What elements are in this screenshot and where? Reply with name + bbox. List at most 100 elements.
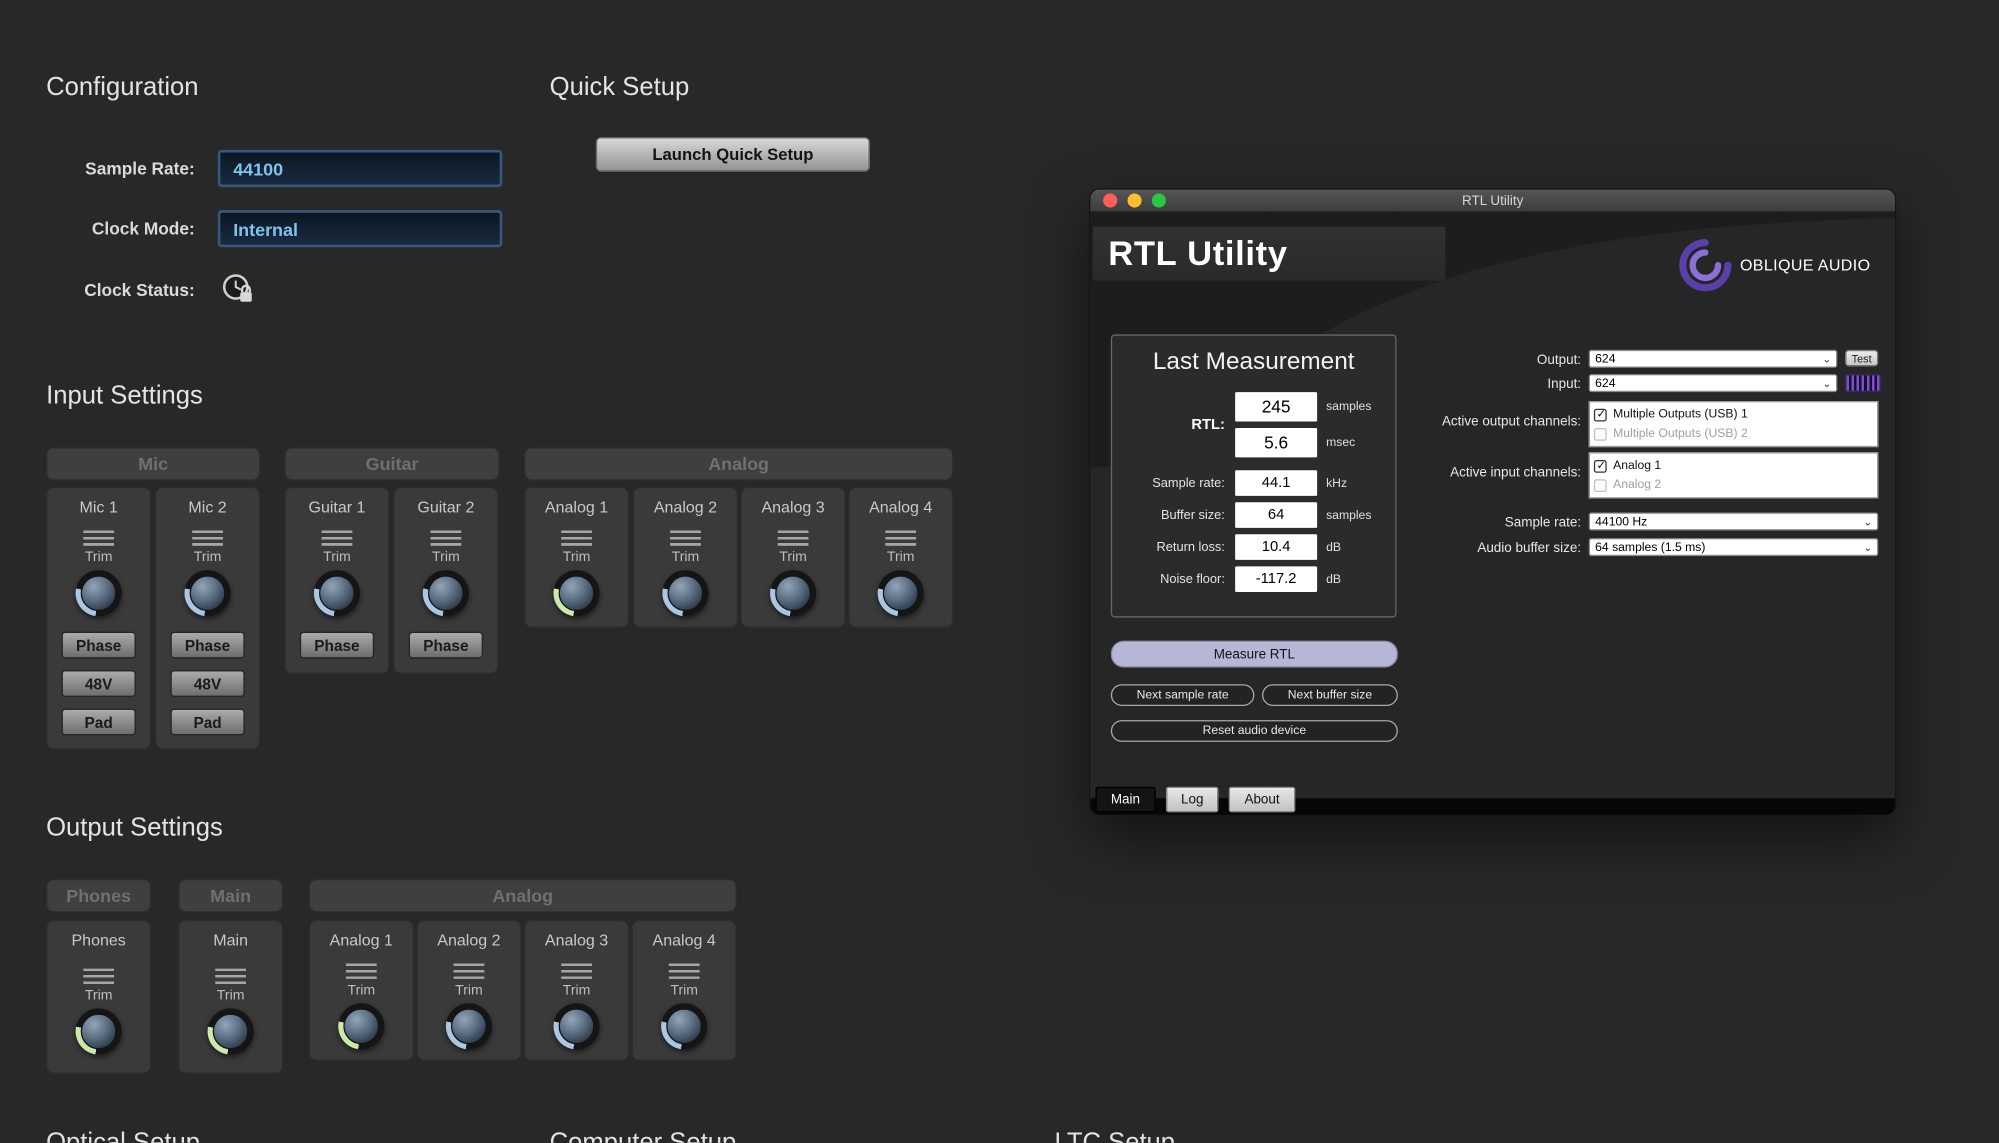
trim-knob[interactable] bbox=[423, 570, 469, 616]
trim-knob[interactable] bbox=[878, 570, 924, 616]
audio-buffer-size-dropdown[interactable]: 64 samples (1.5 ms) bbox=[1589, 538, 1879, 556]
trim-lines-icon bbox=[561, 530, 592, 545]
trim-knob[interactable] bbox=[76, 1008, 122, 1054]
tab-main[interactable]: Main bbox=[1095, 787, 1155, 813]
stat-value: -117.2 bbox=[1235, 566, 1317, 592]
next-sample-rate-button[interactable]: Next sample rate bbox=[1111, 684, 1255, 706]
pad-button[interactable]: Pad bbox=[62, 709, 136, 736]
stat-label: Sample rate: bbox=[1112, 476, 1235, 490]
phantom-48v-button[interactable]: 48V bbox=[170, 670, 244, 697]
checkbox-unchecked-icon[interactable] bbox=[1594, 427, 1607, 440]
launch-quick-setup-button[interactable]: Launch Quick Setup bbox=[596, 137, 870, 172]
channel-option-label: Analog 2 bbox=[1613, 478, 1661, 492]
checkbox-checked-icon[interactable] bbox=[1594, 459, 1607, 472]
input-settings-title: Input Settings bbox=[46, 382, 203, 411]
test-button[interactable]: Test bbox=[1845, 350, 1878, 367]
phantom-48v-button[interactable]: 48V bbox=[62, 670, 136, 697]
pad-button[interactable]: Pad bbox=[170, 709, 244, 736]
knob-face bbox=[666, 1008, 702, 1044]
sample-rate-field[interactable]: 44100 bbox=[218, 150, 502, 187]
tab-log[interactable]: Log bbox=[1166, 787, 1219, 813]
checkbox-unchecked-icon[interactable] bbox=[1594, 479, 1607, 492]
chevron-down-icon bbox=[1863, 516, 1872, 528]
optical-setup-title: Optical Setup bbox=[46, 1129, 200, 1143]
chevron-down-icon bbox=[1863, 541, 1872, 553]
next-buffer-size-button[interactable]: Next buffer size bbox=[1262, 684, 1398, 706]
trim-knob[interactable] bbox=[770, 570, 816, 616]
channel-label: Analog 2 bbox=[437, 931, 500, 950]
trim-knob[interactable] bbox=[554, 1003, 600, 1049]
trim-label: Trim bbox=[563, 983, 591, 1000]
trim-label: Trim bbox=[85, 550, 113, 567]
knob-face bbox=[81, 575, 117, 611]
knob-face bbox=[319, 575, 355, 611]
window-body: RTL Utility OBLIQUE AUDIO Last Measureme… bbox=[1090, 211, 1895, 814]
trim-knob[interactable] bbox=[76, 570, 122, 616]
phase-button[interactable]: Phase bbox=[62, 632, 136, 659]
channel-option[interactable]: Analog 2 bbox=[1590, 475, 1877, 494]
clock-lock-icon bbox=[220, 272, 255, 313]
ltc-setup-title: LTC Setup bbox=[1054, 1129, 1175, 1143]
input-device-dropdown[interactable]: 624 bbox=[1589, 374, 1838, 392]
channel-label: Main bbox=[213, 931, 248, 950]
tab-bar: Main Log About bbox=[1095, 787, 1295, 813]
trim-knob[interactable] bbox=[662, 570, 708, 616]
sample-rate-value: 44100 Hz bbox=[1595, 514, 1647, 528]
trim-label: Trim bbox=[455, 983, 483, 1000]
chevron-down-icon bbox=[1822, 377, 1831, 389]
trim-label: Trim bbox=[432, 550, 460, 567]
knob-face bbox=[559, 1008, 595, 1044]
stat-unit: samples bbox=[1326, 508, 1371, 522]
trim-lines-icon bbox=[346, 964, 377, 979]
channel-label: Analog 3 bbox=[761, 498, 824, 517]
measure-rtl-button[interactable]: Measure RTL bbox=[1111, 641, 1398, 668]
channel-option[interactable]: Analog 1 bbox=[1590, 456, 1877, 475]
clock-mode-label: Clock Mode: bbox=[26, 219, 195, 238]
trim-knob[interactable] bbox=[661, 1003, 707, 1049]
checkbox-checked-icon[interactable] bbox=[1594, 408, 1607, 421]
knob-face bbox=[213, 1013, 249, 1049]
channel-option[interactable]: Multiple Outputs (USB) 2 bbox=[1590, 424, 1877, 443]
oblique-audio-logo-icon bbox=[1677, 237, 1733, 293]
stat-label: Noise floor: bbox=[1112, 572, 1235, 586]
brand-name: OBLIQUE AUDIO bbox=[1740, 256, 1870, 274]
configuration-title: Configuration bbox=[46, 73, 198, 102]
window-titlebar[interactable]: RTL Utility bbox=[1090, 190, 1895, 212]
rtl-msec-value: 5.6 bbox=[1235, 428, 1317, 457]
output-device-dropdown[interactable]: 624 bbox=[1589, 350, 1838, 368]
trim-knob[interactable] bbox=[208, 1008, 254, 1054]
trim-knob[interactable] bbox=[314, 570, 360, 616]
input-channel-analog-3: Analog 3 Trim bbox=[741, 487, 846, 628]
trim-knob[interactable] bbox=[338, 1003, 384, 1049]
trim-lines-icon bbox=[561, 964, 592, 979]
channel-option[interactable]: Multiple Outputs (USB) 1 bbox=[1590, 405, 1877, 424]
brand: OBLIQUE AUDIO bbox=[1677, 237, 1870, 293]
phase-button[interactable]: Phase bbox=[170, 632, 244, 659]
audio-buffer-size-label: Audio buffer size: bbox=[1394, 541, 1581, 556]
active-input-channels-list: Analog 1 Analog 2 bbox=[1589, 452, 1879, 498]
tab-about[interactable]: About bbox=[1229, 787, 1295, 813]
trim-knob[interactable] bbox=[554, 570, 600, 616]
stat-label: Return loss: bbox=[1112, 540, 1235, 554]
clock-mode-field[interactable]: Internal bbox=[218, 210, 502, 247]
app-title: RTL Utility bbox=[1093, 227, 1445, 281]
trim-label: Trim bbox=[672, 550, 700, 567]
trim-label: Trim bbox=[347, 983, 375, 1000]
active-output-channels-list: Multiple Outputs (USB) 1 Multiple Output… bbox=[1589, 401, 1879, 447]
input-channel-mic-1: Mic 1 Trim Phase 48V Pad bbox=[46, 487, 151, 750]
knob-face bbox=[775, 575, 811, 611]
trim-label: Trim bbox=[217, 988, 245, 1005]
sample-rate-dropdown[interactable]: 44100 Hz bbox=[1589, 513, 1879, 531]
output-group-analog: Analog bbox=[309, 879, 737, 912]
trim-knob[interactable] bbox=[446, 1003, 492, 1049]
input-channel-analog-1: Analog 1 Trim bbox=[524, 487, 629, 628]
phase-button[interactable]: Phase bbox=[409, 632, 483, 659]
reset-audio-device-button[interactable]: Reset audio device bbox=[1111, 720, 1398, 742]
channel-label: Analog 1 bbox=[545, 498, 608, 517]
output-channel-phones: Phones Trim bbox=[46, 920, 151, 1074]
phase-button[interactable]: Phase bbox=[300, 632, 374, 659]
input-channel-analog-2: Analog 2 Trim bbox=[633, 487, 738, 628]
computer-setup-title: Computer Setup bbox=[550, 1129, 737, 1143]
channel-label: Analog 2 bbox=[654, 498, 717, 517]
trim-knob[interactable] bbox=[185, 570, 231, 616]
